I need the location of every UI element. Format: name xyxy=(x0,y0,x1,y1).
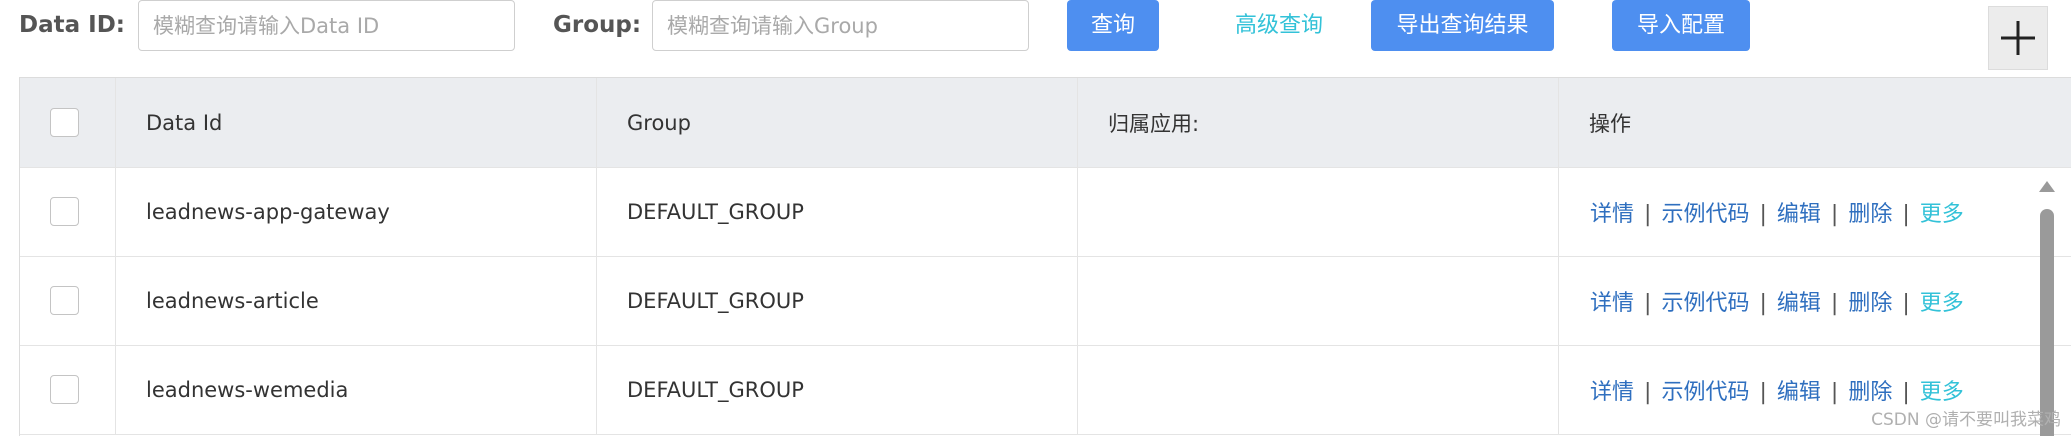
data-id-value: leadnews-app-gateway xyxy=(146,200,390,224)
row-actions: 详情 | 示例代码 | 编辑 | 删除 | 更多 xyxy=(1590,285,1964,317)
group-label: Group: xyxy=(553,12,642,38)
column-header-label: Group xyxy=(627,110,691,135)
action-separator: | xyxy=(1830,380,1839,405)
column-header-app: 归属应用: xyxy=(1078,78,1559,167)
data-id-cell: leadnews-app-gateway xyxy=(116,168,597,256)
table-row: leadnews-app-gateway DEFAULT_GROUP 详情 | 示例… xyxy=(20,168,2071,257)
action-separator: | xyxy=(1902,380,1910,405)
more-link[interactable]: 更多 xyxy=(1920,202,1964,227)
group-value: DEFAULT_GROUP xyxy=(627,200,804,224)
plus-icon xyxy=(2001,21,2035,55)
action-separator: | xyxy=(1644,380,1652,405)
app-cell xyxy=(1078,257,1559,345)
details-link[interactable]: 详情 xyxy=(1590,202,1634,227)
action-separator: | xyxy=(1644,202,1652,227)
more-link[interactable]: 更多 xyxy=(1920,291,1964,316)
delete-link[interactable]: 删除 xyxy=(1848,202,1892,227)
table-row: leadnews-article DEFAULT_GROUP 详情 | 示例代码 | 编… xyxy=(20,257,2071,346)
details-link[interactable]: 详情 xyxy=(1590,291,1634,316)
config-table: Data Id Group 归属应用: 操作 leadnews-app-gate… xyxy=(19,77,2071,436)
details-link[interactable]: 详情 xyxy=(1590,380,1634,405)
actions-cell: 详情 | 示例代码 | 编辑 | 删除 | 更多 xyxy=(1559,257,2071,345)
action-separator: | xyxy=(1902,202,1910,227)
action-separator: | xyxy=(1644,291,1652,316)
row-checkbox-cell xyxy=(20,346,116,434)
more-link[interactable]: 更多 xyxy=(1920,380,1964,405)
column-header-label: 操作 xyxy=(1589,111,1631,136)
sample-code-link[interactable]: 示例代码 xyxy=(1661,202,1749,227)
export-results-button[interactable]: 导出查询结果 xyxy=(1371,0,1554,51)
action-separator: | xyxy=(1902,291,1910,316)
row-actions: 详情 | 示例代码 | 编辑 | 删除 | 更多 xyxy=(1590,196,1964,228)
row-checkbox[interactable] xyxy=(50,375,79,404)
row-actions: 详情 | 示例代码 | 编辑 | 删除 | 更多 xyxy=(1590,374,1964,406)
data-id-cell: leadnews-wemedia xyxy=(116,346,597,434)
group-value: DEFAULT_GROUP xyxy=(627,378,804,402)
data-id-value: leadnews-wemedia xyxy=(146,378,349,402)
config-list-page: Data ID: Group: 查询 高级查询 导出查询结果 导入配置 Data… xyxy=(0,0,2071,436)
data-id-search-input[interactable] xyxy=(138,0,515,51)
action-separator: | xyxy=(1759,291,1767,316)
row-checkbox-cell xyxy=(20,257,116,345)
sample-code-link[interactable]: 示例代码 xyxy=(1661,291,1749,316)
edit-link[interactable]: 编辑 xyxy=(1777,202,1821,227)
app-cell xyxy=(1078,346,1559,434)
row-checkbox[interactable] xyxy=(50,286,79,315)
import-config-button[interactable]: 导入配置 xyxy=(1612,0,1750,51)
edit-link[interactable]: 编辑 xyxy=(1777,380,1821,405)
group-cell: DEFAULT_GROUP xyxy=(597,257,1078,345)
delete-link[interactable]: 删除 xyxy=(1848,291,1892,316)
action-separator: | xyxy=(1830,202,1839,227)
select-all-checkbox[interactable] xyxy=(50,107,79,137)
table-row: leadnews-wemedia DEFAULT_GROUP 详情 | 示例代码 | 编… xyxy=(20,346,2071,435)
vertical-scrollbar-thumb[interactable] xyxy=(2040,209,2054,436)
data-id-cell: leadnews-article xyxy=(116,257,597,345)
column-header-actions: 操作 xyxy=(1559,78,2071,167)
group-search-input[interactable] xyxy=(652,0,1029,51)
data-id-value: leadnews-article xyxy=(146,289,319,313)
edit-link[interactable]: 编辑 xyxy=(1777,291,1821,316)
row-checkbox[interactable] xyxy=(50,197,79,226)
column-header-label: Data Id xyxy=(146,110,223,135)
header-checkbox-cell xyxy=(20,78,116,167)
column-header-data-id: Data Id xyxy=(116,78,597,167)
app-cell xyxy=(1078,168,1559,256)
advanced-query-link[interactable]: 高级查询 xyxy=(1235,10,1323,42)
data-id-label: Data ID: xyxy=(19,12,125,38)
query-button[interactable]: 查询 xyxy=(1067,0,1159,51)
action-separator: | xyxy=(1830,291,1839,316)
sample-code-link[interactable]: 示例代码 xyxy=(1661,380,1749,405)
row-checkbox-cell xyxy=(20,168,116,256)
action-separator: | xyxy=(1759,380,1767,405)
table-header-row: Data Id Group 归属应用: 操作 xyxy=(20,78,2071,168)
group-value: DEFAULT_GROUP xyxy=(627,289,804,313)
watermark: CSDN @请不要叫我菜鸡 xyxy=(1871,410,2061,430)
add-config-button[interactable] xyxy=(1988,6,2048,70)
group-cell: DEFAULT_GROUP xyxy=(597,168,1078,256)
column-header-label: 归属应用: xyxy=(1108,111,1200,136)
group-cell: DEFAULT_GROUP xyxy=(597,346,1078,434)
column-header-group: Group xyxy=(597,78,1078,167)
actions-cell: 详情 | 示例代码 | 编辑 | 删除 | 更多 xyxy=(1559,168,2071,256)
delete-link[interactable]: 删除 xyxy=(1848,380,1892,405)
search-toolbar: Data ID: Group: 查询 高级查询 导出查询结果 导入配置 xyxy=(0,0,2071,78)
scroll-up-arrow-icon[interactable] xyxy=(2039,181,2055,192)
action-separator: | xyxy=(1759,202,1767,227)
